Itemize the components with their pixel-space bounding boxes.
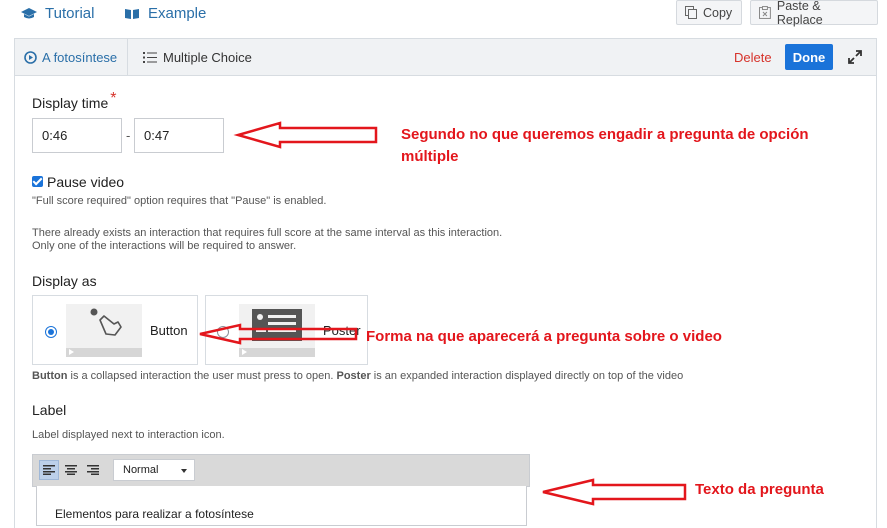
tap-hand-icon (90, 308, 122, 336)
label-text-editor[interactable]: Elementos para realizar a fotosíntese (36, 486, 527, 526)
annotation-arrow-display (199, 323, 358, 345)
annotation-text: Texto da pregunta (695, 481, 824, 498)
rich-text-toolbar: Normal (32, 454, 530, 487)
display-time-label: Display time * (32, 90, 117, 111)
copy-button[interactable]: Copy (676, 0, 742, 25)
breadcrumb-parent-label: A fotosíntese (42, 49, 118, 65)
label-field-description: Label displayed next to interaction icon… (32, 429, 225, 441)
example-link[interactable]: Example (124, 5, 206, 22)
align-right-button[interactable] (83, 460, 103, 480)
radio-button-option[interactable] (45, 326, 57, 338)
display-option-button[interactable]: Button (32, 295, 198, 365)
pause-note: "Full score required" option requires th… (32, 195, 327, 207)
graduation-cap-icon (21, 7, 37, 18)
align-center-button[interactable] (61, 460, 81, 480)
copy-icon (685, 6, 697, 19)
breadcrumb-parent[interactable]: A fotosíntese (15, 39, 129, 75)
button-option-label: Button (150, 323, 188, 338)
start-time-input[interactable]: 0:46 (32, 118, 122, 153)
pause-warning-1: There already exists an interaction that… (32, 227, 503, 239)
pause-warning-2: Only one of the interactions will be req… (32, 240, 297, 252)
delete-button[interactable]: Delete (734, 50, 772, 65)
done-button[interactable]: Done (785, 44, 833, 70)
label-field-label: Label (32, 402, 67, 418)
list-icon (143, 51, 157, 63)
align-right-icon (87, 465, 99, 475)
required-mark: * (110, 90, 117, 107)
paste-icon (759, 6, 771, 19)
copy-label: Copy (703, 5, 733, 20)
align-center-icon (65, 465, 77, 475)
time-separator: - (126, 128, 131, 143)
pause-video-label: Pause video (47, 174, 125, 190)
format-select-value: Normal (123, 464, 159, 476)
breadcrumb-current: Multiple Choice (143, 39, 252, 75)
tutorial-link[interactable]: Tutorial (21, 5, 94, 22)
top-bar: Tutorial Example Copy Paste & Replace (0, 0, 887, 30)
display-as-description: Button is a collapsed interaction the us… (32, 370, 684, 382)
format-select[interactable]: Normal (113, 459, 195, 481)
breadcrumb-current-label: Multiple Choice (163, 49, 252, 65)
button-preview (66, 304, 142, 357)
example-label: Example (148, 5, 207, 22)
annotation-arrow-text (542, 478, 687, 506)
pause-video-checkbox[interactable] (32, 176, 43, 187)
paste-replace-button[interactable]: Paste & Replace (750, 0, 878, 27)
tutorial-label: Tutorial (45, 5, 95, 22)
end-time-input[interactable]: 0:47 (134, 118, 224, 153)
display-as-label: Display as (32, 273, 97, 289)
align-left-button[interactable] (39, 460, 59, 480)
editor-header: A fotosíntese Multiple Choice Delete Don… (15, 39, 876, 76)
annotation-time: Segundo no que queremos engadir a pregun… (401, 126, 809, 165)
expand-icon[interactable] (847, 49, 863, 65)
align-left-icon (43, 465, 55, 475)
paste-label: Paste & Replace (776, 0, 823, 27)
play-circle-icon (24, 50, 37, 64)
label-text-value: Elementos para realizar a fotosíntese (55, 507, 254, 521)
open-book-icon (125, 8, 139, 19)
annotation-arrow-time (233, 121, 378, 149)
chevron-down-icon (181, 469, 187, 473)
annotation-display: Forma na que aparecerá a pregunta sobre … (366, 328, 722, 345)
